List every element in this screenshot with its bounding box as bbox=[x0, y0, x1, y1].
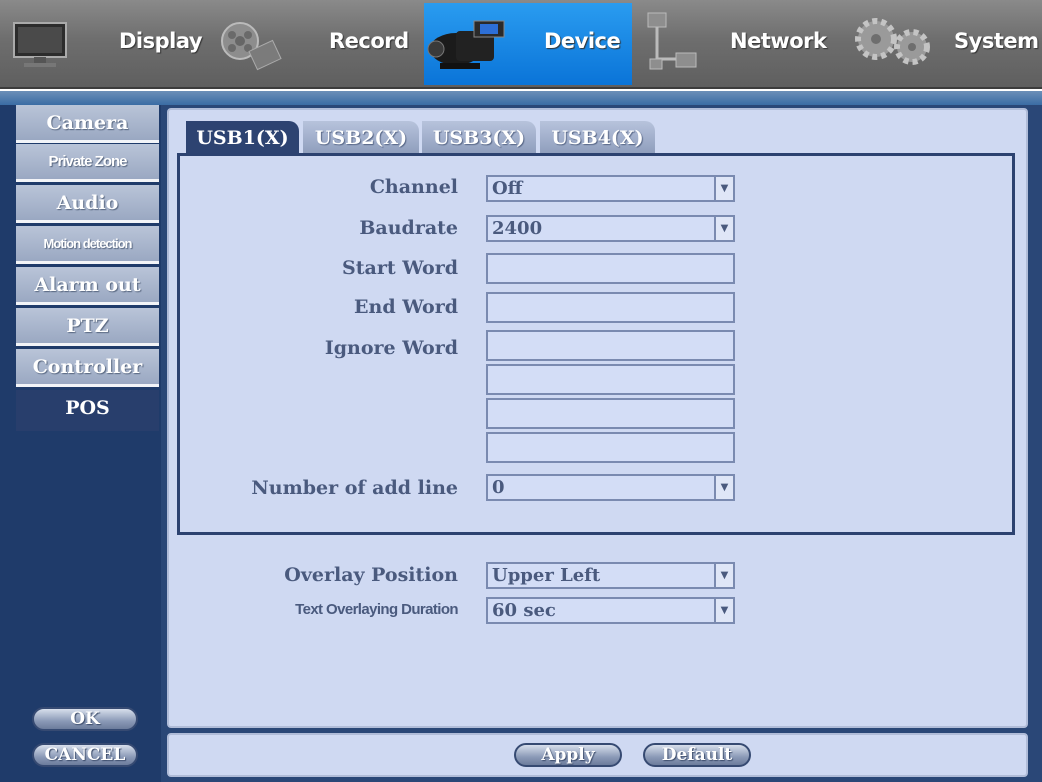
video-camera-icon bbox=[426, 9, 514, 83]
baudrate-value: 2400 bbox=[492, 218, 543, 239]
overlay-duration-select[interactable]: 60 sec ▼ bbox=[486, 597, 735, 624]
tab-usb2[interactable]: USB2(X) bbox=[303, 121, 419, 155]
top-tab-device[interactable]: Device bbox=[424, 3, 632, 85]
tab-usb3[interactable]: USB3(X) bbox=[422, 121, 536, 155]
sidebar-item-pos[interactable]: POS bbox=[16, 390, 159, 431]
end-word-input[interactable] bbox=[486, 292, 735, 323]
apply-button[interactable]: Apply bbox=[514, 743, 622, 767]
top-tab-network[interactable]: Network bbox=[634, 3, 838, 85]
start-word-label: Start Word bbox=[342, 257, 458, 279]
monitor-icon bbox=[12, 9, 68, 83]
channel-label: Channel bbox=[369, 176, 458, 198]
top-tab-label: Display bbox=[119, 29, 203, 53]
ignore-word-label: Ignore Word bbox=[324, 337, 458, 359]
cancel-button[interactable]: CANCEL bbox=[32, 743, 138, 767]
chevron-down-icon[interactable]: ▼ bbox=[714, 177, 733, 200]
top-tab-label: Network bbox=[730, 29, 827, 53]
top-tab-label: System bbox=[954, 29, 1039, 53]
sidebar-item-private-zone[interactable]: Private Zone bbox=[16, 144, 159, 182]
header-divider bbox=[0, 91, 1042, 105]
ignore-word-input-4[interactable] bbox=[486, 432, 735, 463]
top-tab-system[interactable]: System bbox=[840, 3, 1042, 85]
overlay-position-label: Overlay Position bbox=[284, 564, 458, 586]
chevron-down-icon[interactable]: ▼ bbox=[714, 217, 733, 240]
tab-usb1[interactable]: USB1(X) bbox=[186, 121, 299, 155]
chevron-down-icon[interactable]: ▼ bbox=[714, 476, 733, 499]
overlay-duration-label: Text Overlaying Duration bbox=[295, 601, 458, 618]
add-line-label: Number of add line bbox=[251, 477, 458, 499]
channel-value: Off bbox=[492, 178, 523, 199]
gears-icon bbox=[852, 9, 938, 83]
end-word-label: End Word bbox=[354, 296, 458, 318]
channel-select[interactable]: Off ▼ bbox=[486, 175, 735, 202]
baudrate-select[interactable]: 2400 ▼ bbox=[486, 215, 735, 242]
sidebar-item-motion-detection[interactable]: Motion detection bbox=[16, 226, 159, 264]
overlay-duration-value: 60 sec bbox=[492, 600, 556, 621]
sidebar-item-alarm-out[interactable]: Alarm out bbox=[16, 267, 159, 305]
add-line-value: 0 bbox=[492, 477, 505, 498]
overlay-position-value: Upper Left bbox=[492, 565, 601, 586]
top-tab-record[interactable]: Record bbox=[214, 3, 422, 85]
top-tab-label: Device bbox=[544, 29, 621, 53]
top-tab-display[interactable]: Display bbox=[0, 3, 212, 85]
sidebar-item-audio[interactable]: Audio bbox=[16, 185, 159, 223]
overlay-position-select[interactable]: Upper Left ▼ bbox=[486, 562, 735, 589]
ignore-word-input-1[interactable] bbox=[486, 330, 735, 361]
baudrate-label: Baudrate bbox=[359, 217, 458, 239]
sidebar-item-ptz[interactable]: PTZ bbox=[16, 308, 159, 346]
network-icon bbox=[640, 9, 710, 83]
top-tab-label: Record bbox=[329, 29, 409, 53]
sidebar-item-controller[interactable]: Controller bbox=[16, 349, 159, 387]
top-menu-bar: Display Record Device Network System bbox=[0, 0, 1042, 89]
ignore-word-input-2[interactable] bbox=[486, 364, 735, 395]
add-line-select[interactable]: 0 ▼ bbox=[486, 474, 735, 501]
chevron-down-icon[interactable]: ▼ bbox=[714, 599, 733, 622]
default-button[interactable]: Default bbox=[643, 743, 751, 767]
ok-button[interactable]: OK bbox=[32, 707, 138, 731]
ignore-word-input-3[interactable] bbox=[486, 398, 735, 429]
tab-usb4[interactable]: USB4(X) bbox=[540, 121, 655, 155]
chevron-down-icon[interactable]: ▼ bbox=[714, 564, 733, 587]
start-word-input[interactable] bbox=[486, 253, 735, 284]
sidebar-item-camera[interactable]: Camera bbox=[16, 105, 159, 143]
film-reel-icon bbox=[218, 9, 288, 83]
